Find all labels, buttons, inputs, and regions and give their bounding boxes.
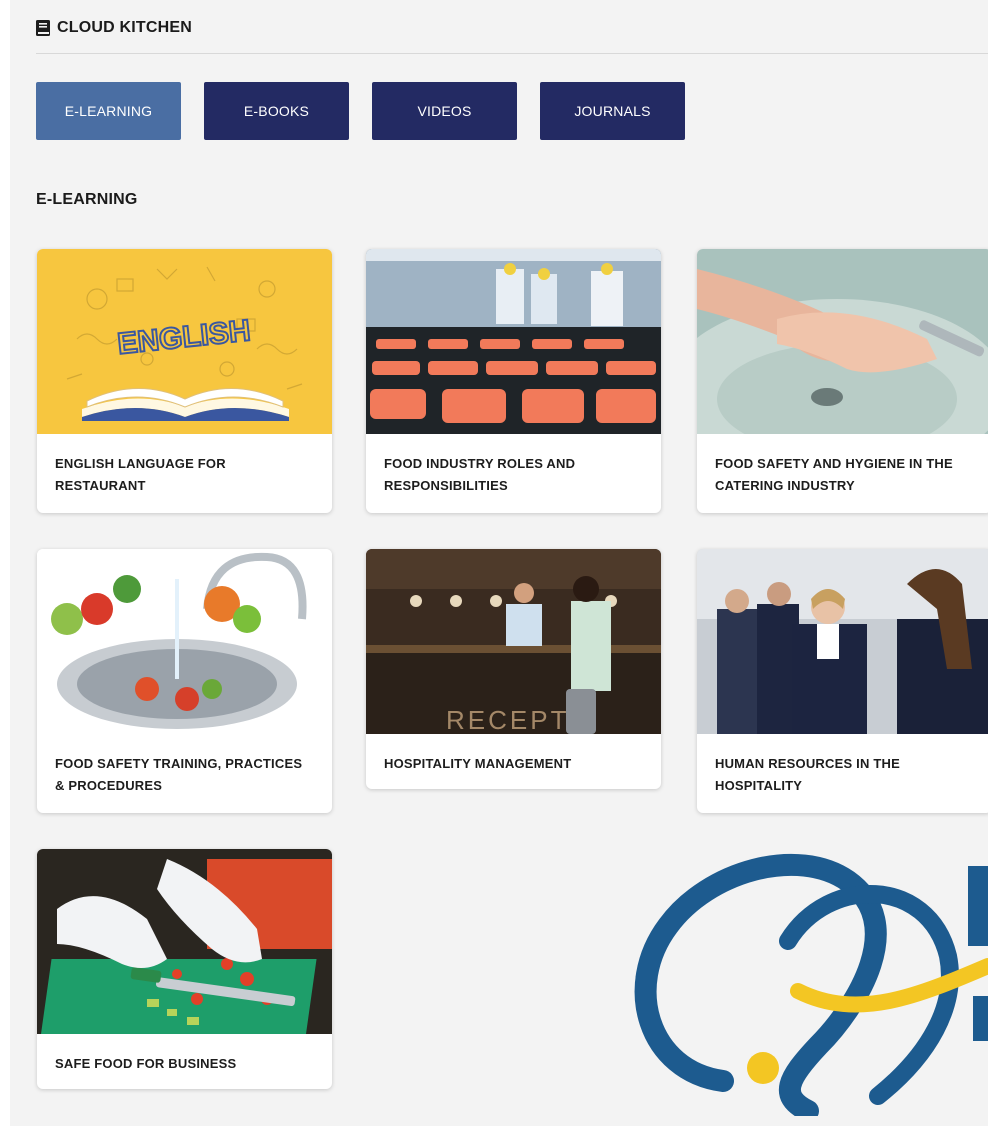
course-card-human-resources[interactable]: HUMAN RESOURCES IN THE HOSPITALITY (697, 549, 988, 813)
course-title: SAFE FOOD FOR BUSINESS (55, 1056, 237, 1071)
course-card-safe-food-business[interactable]: SAFE FOOD FOR BUSINESS (37, 849, 332, 1089)
category-tabs: E-LEARNING E-BOOKS VIDEOS JOURNALS (36, 82, 685, 140)
course-title: FOOD INDUSTRY ROLES AND RESPONSIBILITIES (384, 456, 576, 493)
course-card-hygiene[interactable]: FOOD SAFETY AND HYGIENE IN THE CATERING … (697, 249, 988, 513)
hotel-staff-photo (697, 549, 988, 734)
course-card-english[interactable]: ENGLISH ENGLISH LANGUAGE FOR RESTAURANT (37, 249, 332, 513)
tab-e-learning[interactable]: E-LEARNING (36, 82, 181, 140)
course-title: ENGLISH LANGUAGE FOR RESTAURANT (55, 456, 226, 493)
tab-videos[interactable]: VIDEOS (372, 82, 517, 140)
course-card-food-industry[interactable]: FOOD INDUSTRY ROLES AND RESPONSIBILITIES (366, 249, 661, 513)
course-title: FOOD SAFETY TRAINING, PRACTICES & PROCED… (55, 756, 303, 793)
partner-logo-mark (634, 853, 988, 1116)
book-icon (36, 20, 50, 36)
english-book-illustration: ENGLISH (37, 249, 332, 434)
course-card-food-safety-training[interactable]: FOOD SAFETY TRAINING, PRACTICES & PROCED… (37, 549, 332, 813)
hand-washing-photo (697, 249, 988, 434)
tab-e-books[interactable]: E-BOOKS (204, 82, 349, 140)
hotel-reception-photo: RECEPT (366, 549, 661, 734)
course-title: HOSPITALITY MANAGEMENT (384, 756, 572, 771)
salmon-factory-photo (366, 249, 661, 434)
course-title: FOOD SAFETY AND HYGIENE IN THE CATERING … (715, 456, 953, 493)
tab-journals[interactable]: JOURNALS (540, 82, 685, 140)
reception-sign-text: RECEPT (446, 705, 569, 734)
header-divider (36, 53, 988, 54)
vegetable-sink-photo (37, 549, 332, 734)
course-title: HUMAN RESOURCES IN THE HOSPITALITY (715, 756, 900, 793)
section-title: E-LEARNING (36, 191, 138, 208)
page-panel: CLOUD KITCHEN E-LEARNING E-BOOKS VIDEOS … (10, 0, 988, 1126)
course-card-hospitality-management[interactable]: RECEPT HOSPITALITY MANAGEMENT (366, 549, 661, 789)
chopping-peppers-photo (37, 849, 332, 1034)
page-header: CLOUD KITCHEN (36, 16, 192, 40)
app-title: CLOUD KITCHEN (57, 19, 193, 36)
